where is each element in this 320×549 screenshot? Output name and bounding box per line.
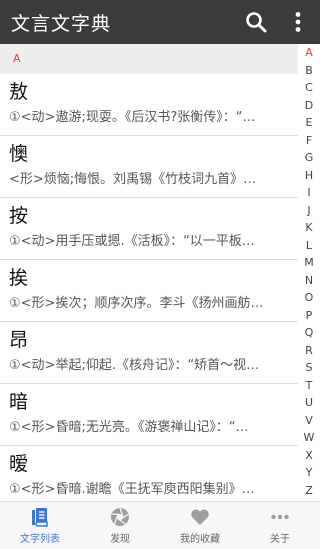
index-letter-x[interactable]: X [298,449,320,463]
list-item[interactable]: 暗 ①<形>昏暗;无光亮。《游褒禅山记》：“… [0,384,298,446]
index-letter-u[interactable]: U [298,396,320,410]
entry-definition: ①<动>用手压或摁.《活板》：“以一平板… [9,234,255,249]
entry-headword: 暗 [9,391,29,413]
entry-definition: ①<形>昏暗.谢瞻《王抚军庾西阳集别》… [9,482,255,497]
list-item[interactable]: 按 ①<动>用手压或摁.《活板》：“以一平板… [0,198,298,260]
entry-definition: ①<形>昏暗;无光亮。《游褒禅山记》：“… [9,420,249,435]
entry-headword: 昂 [9,329,29,351]
index-letter-t[interactable]: T [298,379,320,393]
entry-definition: ①<形>挨次；顺序次序。李斗《扬州画舫… [9,296,264,311]
entry-definition: ①<动>遨游;现耍。《后汉书?张衡传》：“… [9,110,256,125]
index-letter-p[interactable]: P [298,309,320,323]
section-header: A [0,44,298,74]
entry-headword: 挨 [9,267,29,289]
index-letter-q[interactable]: Q [298,326,320,340]
tab-label: 发现 [110,534,130,545]
index-letter-v[interactable]: V [298,414,320,428]
index-letter-j[interactable]: J [298,204,320,218]
entry-headword: 暧 [9,453,29,475]
entry-headword: 懊 [9,143,29,165]
alphabet-index[interactable]: A B C D E F G H I J K L M N O P Q R S T … [298,44,320,501]
index-letter-m[interactable]: M [298,256,320,270]
bottom-tab-bar: 文字列表 发现 我的收藏 关于 [0,501,320,549]
section-header-letter: A [13,52,21,65]
index-letter-l[interactable]: L [298,239,320,253]
index-letter-k[interactable]: K [298,221,320,235]
word-list[interactable]: 敖 ①<动>遨游;现耍。《后汉书?张衡传》：“… 懊 <形>烦恼;悔恨。刘禹锡《… [0,74,298,501]
index-letter-b[interactable]: B [298,64,320,78]
entry-definition: ①<动>举起;仰起.《核舟记》：“矫首～视… [9,358,260,373]
tab-label: 文字列表 [20,534,60,545]
search-icon[interactable] [244,10,268,34]
aperture-icon [111,507,129,526]
entry-headword: 按 [9,205,29,227]
index-letter-h[interactable]: H [298,169,320,183]
entry-definition: <形>烦恼;悔恨。刘禹锡《竹枝词九首》… [9,172,257,187]
tab-word-list[interactable]: 文字列表 [0,502,80,549]
list-item[interactable]: 暧 ①<形>昏暗.谢瞻《王抚军庾西阳集别》… [0,446,298,501]
index-letter-r[interactable]: R [298,344,320,358]
app-title: 文言文字典 [11,13,112,35]
heart-icon [191,509,209,525]
list-item[interactable]: 敖 ①<动>遨游;现耍。《后汉书?张衡传》：“… [0,74,298,136]
entry-headword: 敖 [9,81,29,103]
tab-favorites[interactable]: 我的收藏 [160,502,240,549]
tab-label: 我的收藏 [180,534,220,545]
index-letter-c[interactable]: C [298,81,320,95]
index-letter-z[interactable]: Z [298,484,320,498]
index-letter-s[interactable]: S [298,361,320,375]
app-bar: 文言文字典 [0,0,320,44]
list-item[interactable]: 挨 ①<形>挨次；顺序次序。李斗《扬州画舫… [0,260,298,322]
index-letter-d[interactable]: D [298,99,320,113]
index-letter-i[interactable]: I [298,186,320,200]
index-letter-g[interactable]: G [298,151,320,165]
index-letter-f[interactable]: F [298,134,320,148]
list-item[interactable]: 昂 ①<动>举起;仰起.《核舟记》：“矫首～视… [0,322,298,384]
tab-label: 关于 [270,534,290,545]
book-icon [32,508,48,527]
index-letter-n[interactable]: N [298,274,320,288]
index-letter-o[interactable]: O [298,291,320,305]
more-options-icon[interactable] [286,10,310,34]
list-item[interactable]: 懊 <形>烦恼;悔恨。刘禹锡《竹枝词九首》… [0,136,298,198]
index-letter-y[interactable]: Y [298,466,320,480]
index-letter-w[interactable]: W [298,431,320,445]
more-dots-icon [271,514,289,520]
tab-about[interactable]: 关于 [240,502,320,549]
index-letter-a[interactable]: A [298,46,320,60]
index-letter-e[interactable]: E [298,116,320,130]
tab-discover[interactable]: 发现 [80,502,160,549]
